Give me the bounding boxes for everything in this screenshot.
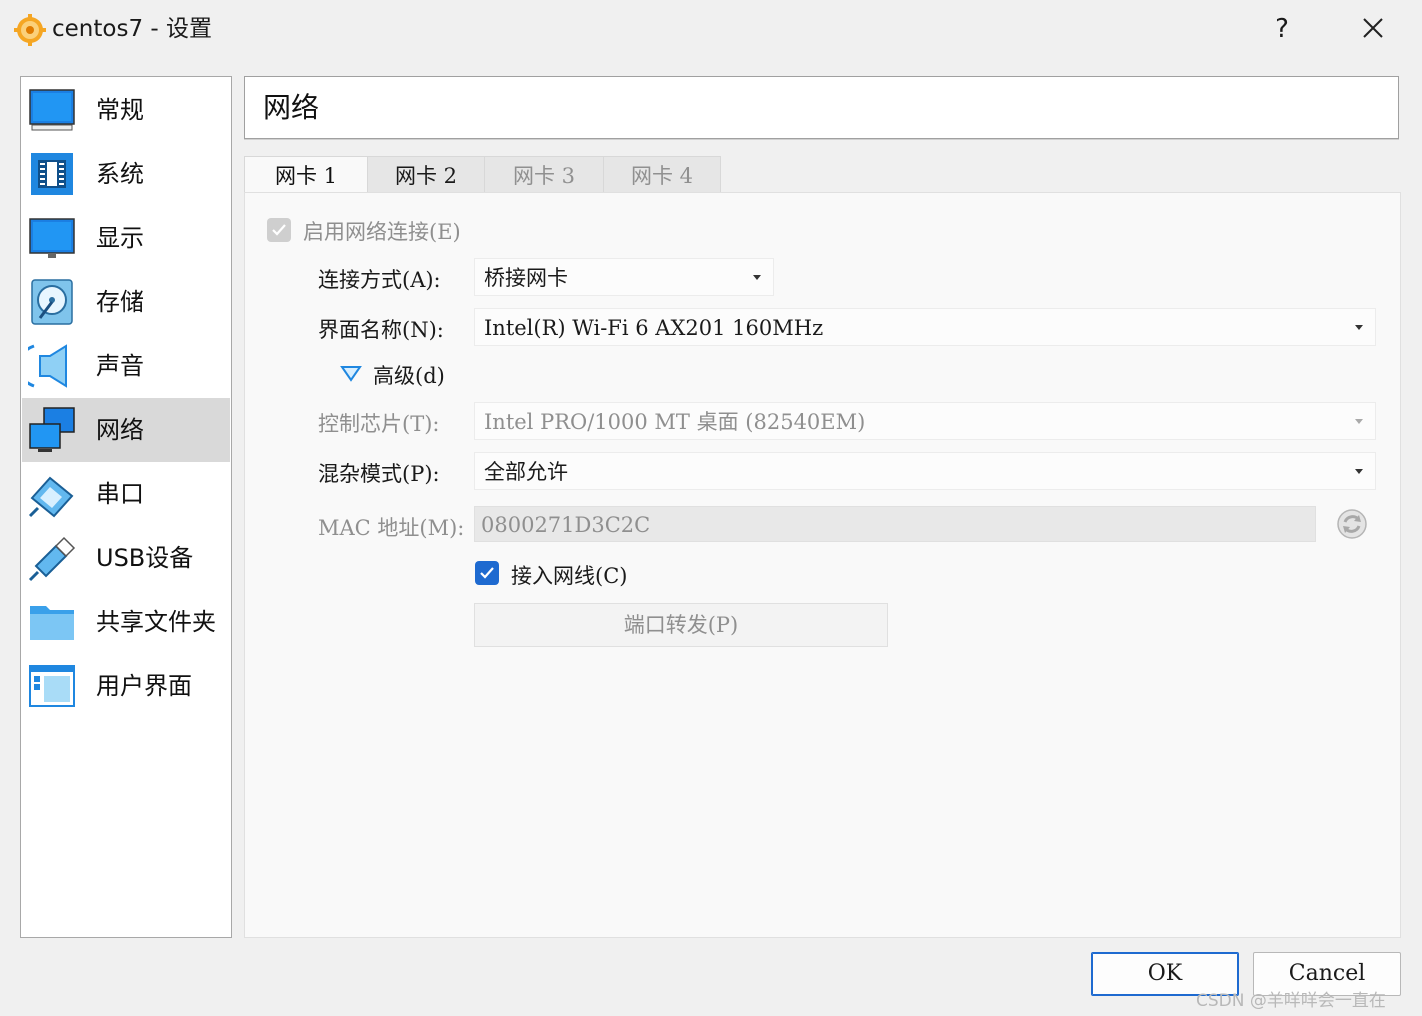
tab-adapter-1[interactable]: 网卡 1 [244, 156, 368, 194]
sidebar-item-label: 串口 [96, 480, 144, 508]
name-label: 界面名称(N): [318, 318, 444, 342]
sidebar-item-audio[interactable]: 声音 [22, 334, 230, 398]
interface-name-value: Intel(R) Wi-Fi 6 AX201 160MHz [484, 316, 824, 340]
sidebar-item-user-interface[interactable]: 用户界面 [22, 654, 230, 718]
window-icon [29, 665, 75, 707]
help-button[interactable]: ? [1266, 12, 1298, 46]
tab-adapter-4[interactable]: 网卡 4 [603, 156, 721, 193]
enable-adapter-label: 启用网络连接(E) [303, 220, 461, 244]
promisc-value: 全部允许 [484, 460, 568, 484]
chip-icon [31, 153, 73, 195]
sidebar-item-storage[interactable]: 存储 [22, 270, 230, 334]
promisc-select[interactable]: 全部允许 [474, 452, 1376, 490]
dropdown-arrow-icon [1355, 419, 1363, 424]
mac-address-field[interactable]: 0800271D3C2C [474, 506, 1316, 542]
check-icon [480, 567, 494, 579]
advanced-toggle[interactable]: 高级(d) [340, 362, 460, 390]
dropdown-arrow-icon [1355, 469, 1363, 474]
sidebar-item-label: 系统 [96, 160, 144, 188]
adapter-panel [244, 192, 1401, 938]
port-forwarding-label: 端口转发(P) [623, 613, 739, 637]
sidebar-item-label: 声音 [96, 352, 144, 380]
serial-port-icon [28, 476, 74, 518]
sidebar-item-display[interactable]: 显示 [22, 206, 230, 270]
advanced-label: 高级(d) [373, 364, 445, 388]
sidebar-item-shared-folders[interactable]: 共享文件夹 [22, 590, 230, 654]
sidebar-item-label: 常规 [96, 96, 144, 124]
enable-adapter-checkbox[interactable] [267, 218, 291, 242]
adapter-type-label: 控制芯片(T): [318, 412, 440, 436]
cable-connected-checkbox[interactable] [475, 561, 499, 585]
network-icon [29, 407, 75, 452]
tab-adapter-3[interactable]: 网卡 3 [484, 156, 604, 193]
sidebar-item-label: USB设备 [96, 544, 194, 572]
sidebar-item-system[interactable]: 系统 [22, 142, 230, 206]
sidebar-item-label: 用户界面 [96, 672, 192, 700]
title-bar: centos7 - 设置 ? [0, 0, 1422, 58]
check-icon [272, 224, 286, 236]
virtualbox-gear-icon [14, 14, 46, 46]
page-title: 网络 [263, 91, 320, 124]
attach-select[interactable]: 桥接网卡 [474, 258, 774, 296]
disk-icon [31, 279, 73, 325]
settings-sidebar: 常规 系统 显示 存储 声音 网络 串口 USB设备 共享文件夹 用户界面 [20, 76, 232, 938]
dropdown-arrow-icon [1355, 325, 1363, 330]
watermark: CSDN @羊咩咩会一直在 [1196, 991, 1386, 1011]
sidebar-item-network[interactable]: 网络 [22, 398, 230, 462]
refresh-mac-icon[interactable] [1336, 508, 1368, 540]
window-title: centos7 - 设置 [52, 16, 213, 42]
mac-address-value: 0800271D3C2C [481, 513, 651, 537]
tab-adapter-2[interactable]: 网卡 2 [367, 156, 485, 193]
page-header: 网络 [244, 76, 1399, 139]
display-icon [29, 218, 75, 258]
sidebar-item-label: 网络 [96, 416, 144, 444]
monitor-icon [29, 89, 75, 131]
sidebar-item-serial[interactable]: 串口 [22, 462, 230, 526]
adapter-type-select[interactable]: Intel PRO/1000 MT 桌面 (82540EM) [474, 402, 1376, 440]
attach-label: 连接方式(A): [318, 268, 441, 292]
expand-triangle-icon [340, 366, 362, 382]
sidebar-item-usb[interactable]: USB设备 [22, 526, 230, 590]
sidebar-item-label: 存储 [96, 288, 144, 316]
folder-icon [30, 606, 74, 640]
close-icon[interactable] [1354, 12, 1392, 46]
cable-connected-label: 接入网线(C) [511, 564, 628, 588]
promisc-label: 混杂模式(P): [318, 462, 440, 486]
sidebar-item-general[interactable]: 常规 [22, 78, 230, 142]
interface-name-select[interactable]: Intel(R) Wi-Fi 6 AX201 160MHz [474, 308, 1376, 346]
speaker-icon [28, 344, 67, 388]
port-forwarding-button[interactable]: 端口转发(P) [474, 603, 888, 647]
attach-value: 桥接网卡 [484, 266, 568, 290]
mac-label: MAC 地址(M): [318, 516, 465, 540]
sidebar-item-label: 共享文件夹 [96, 608, 216, 636]
adapter-type-value: Intel PRO/1000 MT 桌面 (82540EM) [484, 410, 866, 434]
usb-icon [28, 536, 76, 582]
dropdown-arrow-icon [753, 275, 761, 280]
sidebar-item-label: 显示 [96, 224, 144, 252]
